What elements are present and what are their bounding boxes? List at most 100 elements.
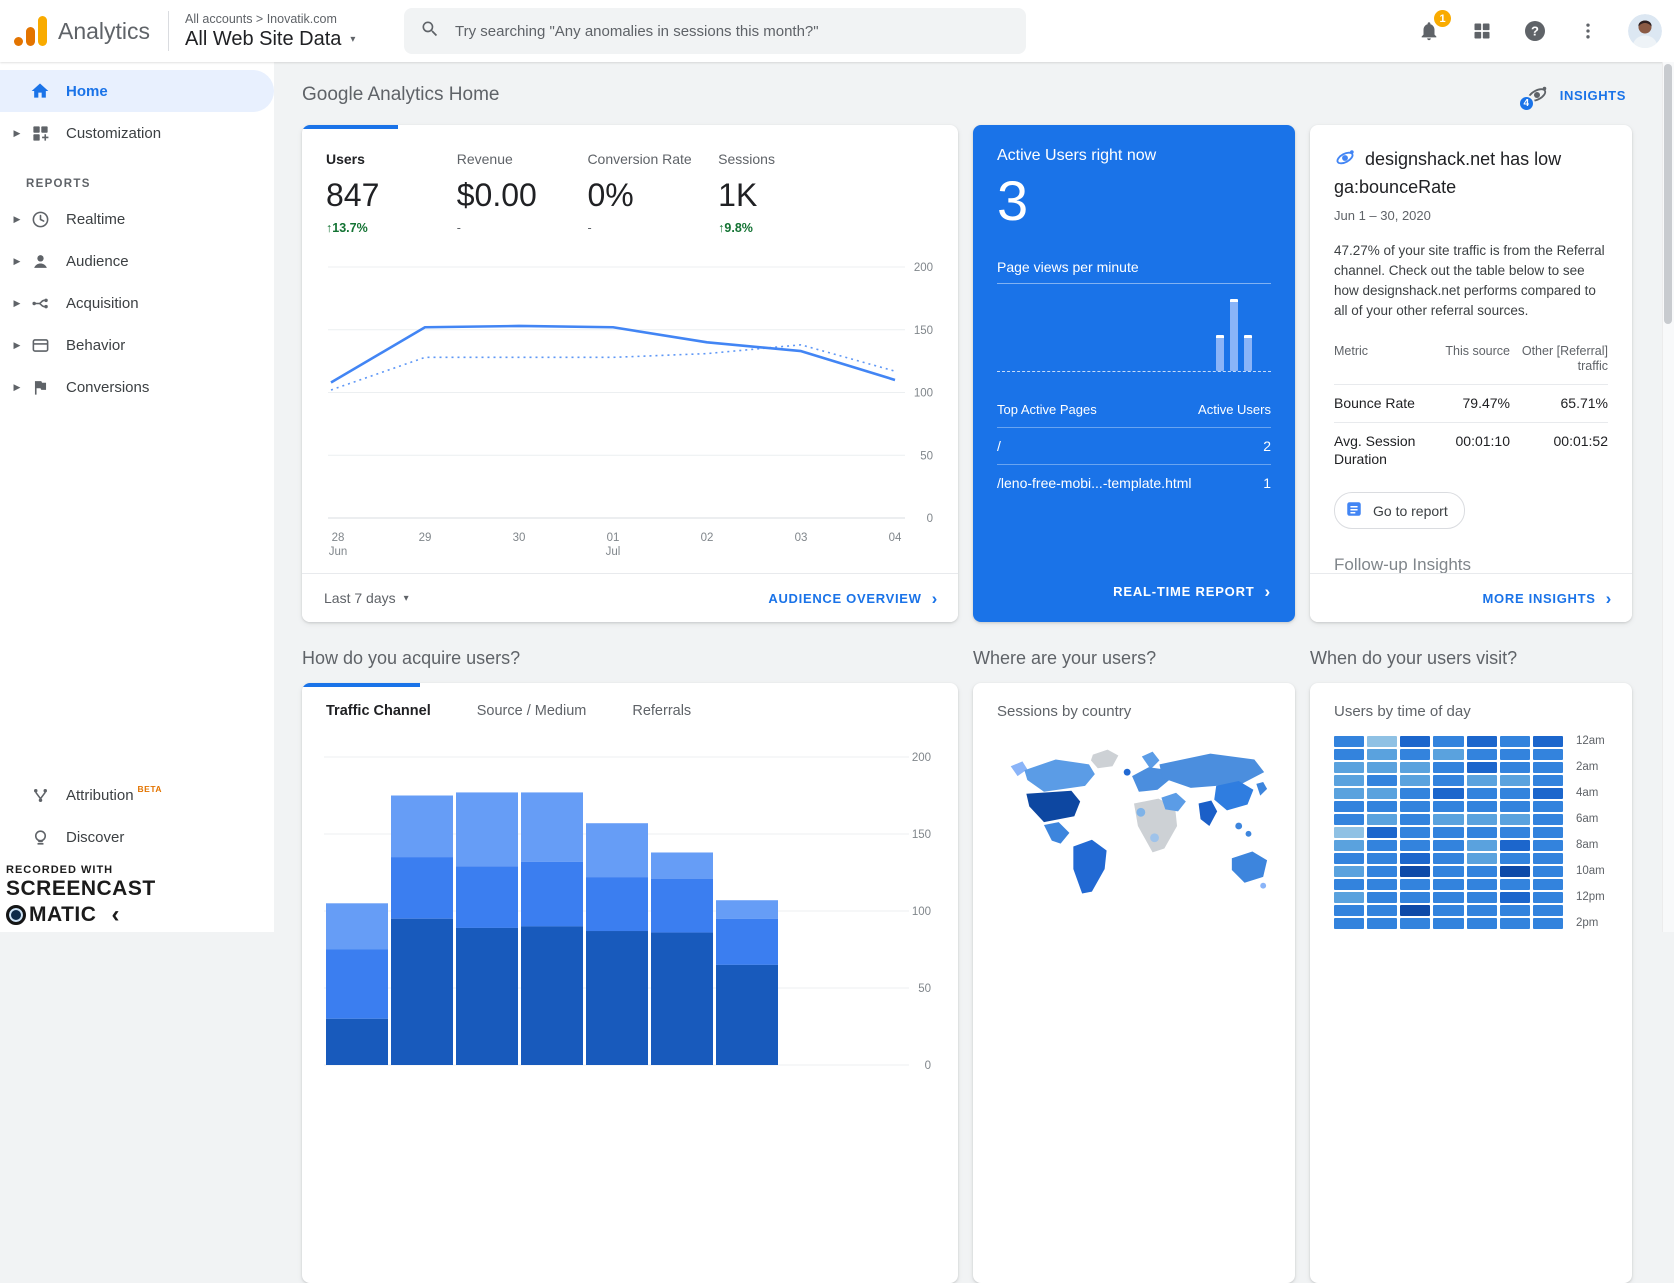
svg-text:30: 30	[513, 532, 526, 544]
overview-card: Users 847 ↑13.7% Revenue $0.00 - Convers…	[302, 125, 958, 622]
insights-count-badge: 4	[1518, 95, 1535, 112]
svg-text:28Jun: 28Jun	[329, 532, 348, 558]
insight-body: 47.27% of your site traffic is from the …	[1334, 241, 1608, 322]
heatmap-row-label	[1566, 905, 1608, 916]
sidebar-item-audience[interactable]: ▶ Audience	[0, 240, 274, 282]
table-row: Bounce Rate 79.47% 65.71%	[1334, 384, 1608, 423]
reports-section-label: REPORTS	[26, 178, 274, 190]
time-section-title: When do your users visit?	[1310, 648, 1632, 669]
table-row[interactable]: /leno-free-mobi...-template.html 1	[997, 464, 1271, 501]
screencast-o-matic-watermark: RECORDED WITH SCREENCAST MATIC ‹	[6, 864, 156, 929]
collapse-chevron-icon[interactable]: ‹	[111, 901, 119, 929]
svg-text:01Jul: 01Jul	[606, 532, 621, 558]
active-users-value: 3	[997, 169, 1271, 233]
chevron-down-icon: ▾	[404, 593, 409, 604]
sidebar-item-label: Realtime	[66, 211, 125, 228]
search-icon	[420, 19, 440, 44]
sidebar-item-label: Home	[66, 83, 108, 100]
svg-text:200: 200	[914, 262, 933, 274]
sidebar-item-label: Conversions	[66, 379, 149, 396]
heatmap-row-label	[1566, 775, 1608, 786]
svg-text:50: 50	[918, 983, 931, 995]
svg-text:100: 100	[914, 388, 933, 400]
metric-sessions[interactable]: Sessions 1K ↑9.8%	[718, 151, 775, 235]
clock-icon	[28, 210, 52, 229]
tab-source-medium[interactable]: Source / Medium	[477, 703, 587, 725]
svg-text:02: 02	[701, 532, 714, 544]
attribution-icon	[28, 786, 52, 805]
insights-atom-icon	[1334, 147, 1356, 175]
scrollbar-thumb[interactable]	[1664, 64, 1672, 324]
more-menu-button[interactable]	[1575, 18, 1601, 44]
metric-users[interactable]: Users 847 ↑13.7%	[326, 151, 457, 235]
metric-conversion-rate[interactable]: Conversion Rate 0% -	[587, 151, 718, 235]
svg-text:100: 100	[912, 906, 931, 918]
tab-referrals[interactable]: Referrals	[632, 703, 691, 725]
traffic-channel-bar-chart: 050100150200	[302, 727, 958, 1162]
account-switcher[interactable]: All accounts > Inovatik.com All Web Site…	[185, 12, 355, 51]
realtime-title: Active Users right now	[997, 147, 1271, 165]
heatmap-row-label	[1566, 801, 1608, 812]
sidebar-item-home[interactable]: Home	[0, 70, 274, 112]
sidebar-item-attribution[interactable]: Attribution BETA	[0, 774, 274, 816]
divider	[168, 11, 169, 51]
acquisition-card: Traffic Channel Source / Medium Referral…	[302, 683, 958, 1283]
apps-grid-button[interactable]	[1469, 18, 1495, 44]
discover-icon	[28, 828, 52, 847]
search-input[interactable]	[453, 22, 1010, 41]
realtime-card: Active Users right now 3 Page views per …	[973, 125, 1295, 622]
time-card: Users by time of day 12am2am4am6am8am10a…	[1310, 683, 1632, 1283]
vertical-scrollbar[interactable]	[1662, 62, 1674, 932]
heatmap-row-label	[1566, 853, 1608, 864]
avatar[interactable]	[1628, 14, 1662, 48]
more-insights-link[interactable]: MORE INSIGHTS ›	[1483, 590, 1612, 607]
expander-icon[interactable]: ▶	[6, 298, 28, 309]
page-users: 2	[1263, 438, 1271, 454]
svg-text:0: 0	[925, 1060, 931, 1072]
page-path: /	[997, 438, 1001, 454]
heatmap-row-label: 2am	[1566, 762, 1608, 773]
sidebar-item-realtime[interactable]: ▶ Realtime	[0, 198, 274, 240]
real-time-report-link[interactable]: REAL-TIME REPORT ›	[997, 583, 1271, 600]
expander-icon[interactable]: ▶	[6, 214, 28, 225]
chevron-down-icon: ▾	[350, 34, 355, 45]
pageviews-chart-title: Page views per minute	[997, 259, 1271, 275]
metric-revenue[interactable]: Revenue $0.00 -	[457, 151, 588, 235]
sidebar-item-acquisition[interactable]: ▶ Acquisition	[0, 282, 274, 324]
notifications-button[interactable]: 1	[1416, 18, 1442, 44]
sidebar-item-label: Customization	[66, 125, 161, 142]
property-name: All Web Site Data	[185, 28, 341, 51]
insight-card: designshack.net has low ga:bounceRate Ju…	[1310, 125, 1632, 622]
heatmap-row-label: 2pm	[1566, 918, 1608, 929]
users-by-time-heatmap: 12am2am4am6am8am10am12pm2pm	[1334, 736, 1608, 929]
report-doc-icon	[1345, 500, 1363, 521]
sidebar-item-label: Behavior	[66, 337, 125, 354]
table-row[interactable]: / 2	[997, 427, 1271, 464]
sidebar-item-label: Discover	[66, 829, 124, 846]
sidebar-item-discover[interactable]: Discover	[0, 816, 274, 858]
product-name: Analytics	[58, 18, 150, 45]
date-range-select[interactable]: Last 7 days ▾	[324, 590, 409, 606]
search-bar[interactable]	[404, 8, 1026, 54]
sidebar-item-conversions[interactable]: ▶ Conversions	[0, 366, 274, 408]
go-to-report-button[interactable]: Go to report	[1334, 492, 1465, 529]
expander-icon[interactable]: ▶	[6, 382, 28, 393]
chevron-right-icon: ›	[1606, 590, 1612, 607]
svg-text:150: 150	[912, 829, 931, 841]
expander-icon[interactable]: ▶	[6, 256, 28, 267]
tab-traffic-channel[interactable]: Traffic Channel	[326, 703, 431, 725]
analytics-logo[interactable]: Analytics	[0, 16, 150, 46]
expander-icon[interactable]: ▶	[6, 340, 28, 351]
insights-button[interactable]: 4 INSIGHTS	[1525, 83, 1626, 107]
sidebar-item-customization[interactable]: ▶ Customization	[0, 112, 274, 154]
top-app-bar: Analytics All accounts > Inovatik.com Al…	[0, 0, 1674, 62]
svg-text:150: 150	[914, 325, 933, 337]
table-row: Avg. Session Duration 00:01:10 00:01:52	[1334, 422, 1608, 478]
page-users: 1	[1263, 475, 1271, 491]
audience-overview-link[interactable]: AUDIENCE OVERVIEW ›	[768, 590, 938, 607]
help-button[interactable]: ?	[1522, 18, 1548, 44]
heatmap-row-label: 6am	[1566, 814, 1608, 825]
sidebar-item-behavior[interactable]: ▶ Behavior	[0, 324, 274, 366]
active-users-header: Active Users	[1198, 402, 1271, 417]
expander-icon[interactable]: ▶	[6, 128, 28, 139]
